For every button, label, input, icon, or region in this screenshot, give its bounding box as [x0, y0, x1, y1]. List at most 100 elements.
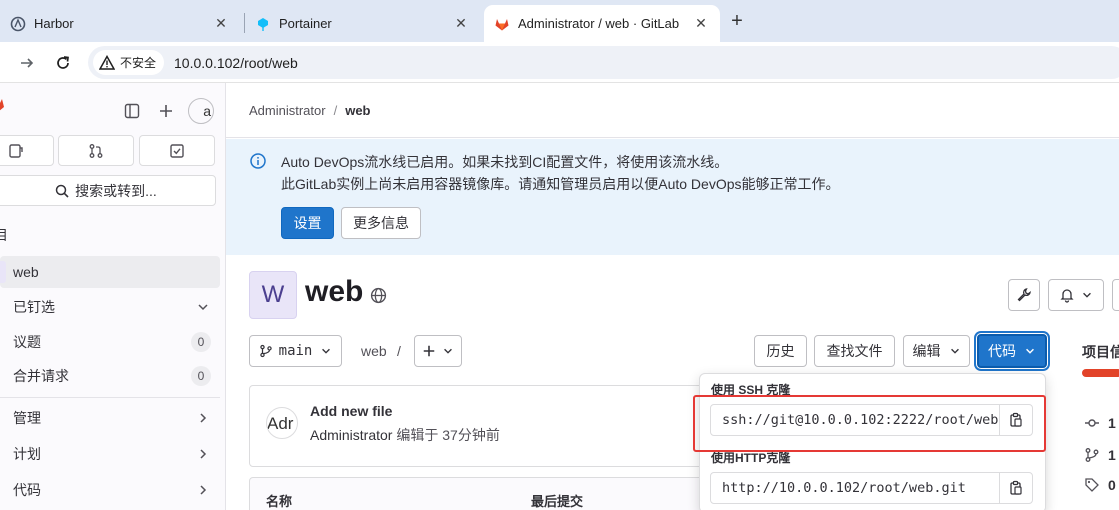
merge-requests-button[interactable]	[58, 135, 134, 166]
breadcrumb: Administrator / web	[226, 83, 1119, 138]
chevron-down-icon	[1026, 348, 1034, 354]
language-bar	[1082, 369, 1119, 377]
commit-title[interactable]: Add new file	[310, 403, 392, 419]
section-label: 目	[0, 227, 8, 243]
close-icon[interactable]: ✕	[452, 15, 470, 33]
portainer-logo-icon	[258, 17, 268, 31]
close-icon[interactable]: ✕	[212, 15, 230, 33]
settings-button[interactable]: 设置	[281, 207, 334, 239]
bell-icon	[1060, 289, 1074, 303]
sidebar-item-label: 已钉选	[13, 299, 55, 315]
project-settings-button[interactable]	[1008, 279, 1040, 311]
chevron-down-icon	[1083, 292, 1091, 298]
history-button[interactable]: 历史	[754, 335, 807, 367]
sidebar-toggle-icon[interactable]	[124, 103, 140, 119]
omnibox[interactable]: 不安全 10.0.0.102/root/web	[88, 46, 1119, 79]
find-file-button[interactable]: 查找文件	[814, 335, 895, 367]
star-button[interactable]	[1112, 279, 1119, 311]
avatar-text: a	[203, 103, 211, 119]
browser-tab-harbor[interactable]: Harbor ✕	[0, 5, 240, 42]
branch-icon	[1085, 448, 1099, 462]
sidebar-item-manage[interactable]: 管理	[0, 402, 220, 434]
search-button[interactable]: 搜索或转到...	[0, 175, 216, 206]
sidebar-header: a	[0, 83, 226, 131]
stat-value: 0	[1108, 477, 1116, 493]
sidebar-item-label: 合并请求	[13, 368, 69, 384]
assigned-issues-button[interactable]	[0, 135, 54, 166]
avatar-alt-text: Adr	[267, 414, 294, 433]
auto-devops-alert: Auto DevOps流水线已启用。如果未找到CI配置文件，将使用该流水线。 此…	[226, 139, 1119, 255]
plus-icon	[423, 345, 435, 357]
tag-icon	[1085, 478, 1099, 492]
sidebar-item-label: web	[13, 264, 39, 280]
issues-icon	[9, 143, 23, 158]
sidebar-item-label: 议题	[13, 334, 41, 350]
last-commit-card: Adr Add new file Administrator 编辑于 37分钟前	[249, 385, 704, 467]
sidebar-item-label: 代码	[13, 482, 41, 498]
harbor-logo-icon	[10, 16, 26, 31]
todo-icon	[170, 143, 184, 158]
tags-stat[interactable]: 0	[1084, 477, 1116, 493]
notification-dropdown[interactable]	[1048, 279, 1104, 311]
commit-icon	[1085, 419, 1099, 427]
new-tab-button[interactable]: +	[724, 8, 750, 34]
sidebar-item-merge-requests[interactable]: 合并请求 0	[0, 360, 220, 392]
code-label: 代码	[988, 343, 1016, 359]
alert-line-2: 此GitLab实例上尚未启用容器镜像库。请通知管理员启用以便Auto DevOp…	[281, 176, 840, 192]
globe-icon	[370, 287, 387, 304]
commit-author[interactable]: Administrator	[310, 427, 392, 443]
http-clone-field[interactable]: http://10.0.0.102/root/web.git	[710, 472, 1033, 504]
breadcrumb-current[interactable]: web	[345, 103, 370, 118]
code-dropdown-button[interactable]: 代码	[977, 334, 1047, 368]
wrench-icon	[1017, 288, 1031, 302]
forward-arrow-icon[interactable]	[14, 50, 40, 76]
merge-request-icon	[89, 143, 103, 158]
reload-icon[interactable]	[50, 50, 76, 76]
commits-stat[interactable]: 1 次	[1084, 413, 1119, 433]
breadcrumb-parent[interactable]: Administrator	[249, 103, 326, 118]
gitlab-logo-icon	[495, 18, 509, 30]
security-indicator[interactable]: 不安全	[93, 50, 165, 75]
add-to-tree-dropdown[interactable]	[414, 335, 462, 367]
chevron-down-icon	[322, 348, 331, 354]
repo-path[interactable]: web	[361, 343, 387, 359]
branches-stat[interactable]: 1 个	[1084, 445, 1119, 465]
plus-icon[interactable]	[158, 103, 174, 119]
sidebar-item-project[interactable]: web	[0, 256, 220, 288]
sidebar-item-pinned[interactable]: 已钉选	[0, 291, 220, 323]
chevron-down-icon	[950, 348, 959, 354]
sidebar-item-label: 计划	[13, 446, 41, 462]
chevron-right-icon	[200, 449, 207, 459]
sidebar-item-plan[interactable]: 计划	[0, 438, 220, 470]
edit-dropdown[interactable]: 编辑	[903, 335, 970, 367]
sidebar-item-code[interactable]: 代码	[0, 474, 220, 506]
copy-http-button[interactable]	[999, 473, 1032, 503]
project-info-title: 项目信	[1082, 344, 1119, 360]
tab-title: Harbor	[34, 16, 74, 31]
edit-label: 编辑	[912, 343, 941, 359]
address-bar: 不安全 10.0.0.102/root/web	[0, 42, 1119, 83]
more-info-button[interactable]: 更多信息	[341, 207, 421, 239]
clipboard-icon	[1010, 480, 1022, 495]
browser-tab-portainer[interactable]: Portainer ✕	[245, 5, 480, 42]
merge-requests-count-badge: 0	[191, 366, 211, 386]
project-avatar-small	[0, 261, 6, 283]
alert-line-1: Auto DevOps流水线已启用。如果未找到CI配置文件，将使用该流水线。	[281, 154, 729, 170]
sidebar-item-label: 管理	[13, 410, 41, 426]
gitlab-logo-icon[interactable]	[0, 97, 8, 117]
http-url[interactable]: http://10.0.0.102/root/web.git	[711, 480, 999, 496]
tab-title: Portainer	[279, 16, 332, 31]
file-table: 名称 最后提交	[249, 477, 704, 510]
project-avatar: W	[249, 271, 297, 319]
commit-author-avatar[interactable]: Adr	[266, 407, 298, 439]
url-text[interactable]: 10.0.0.102/root/web	[174, 55, 298, 71]
info-icon	[250, 153, 266, 169]
close-icon[interactable]: ✕	[692, 15, 710, 33]
todo-button[interactable]	[139, 135, 215, 166]
browser-tab-gitlab[interactable]: Administrator / web · GitLab ✕	[484, 5, 720, 42]
chevron-right-icon	[200, 485, 207, 495]
stat-value: 1 个	[1108, 447, 1119, 463]
branch-selector[interactable]: main	[249, 335, 342, 367]
sidebar-item-issues[interactable]: 议题 0	[0, 326, 220, 358]
user-avatar[interactable]: a	[188, 98, 214, 124]
